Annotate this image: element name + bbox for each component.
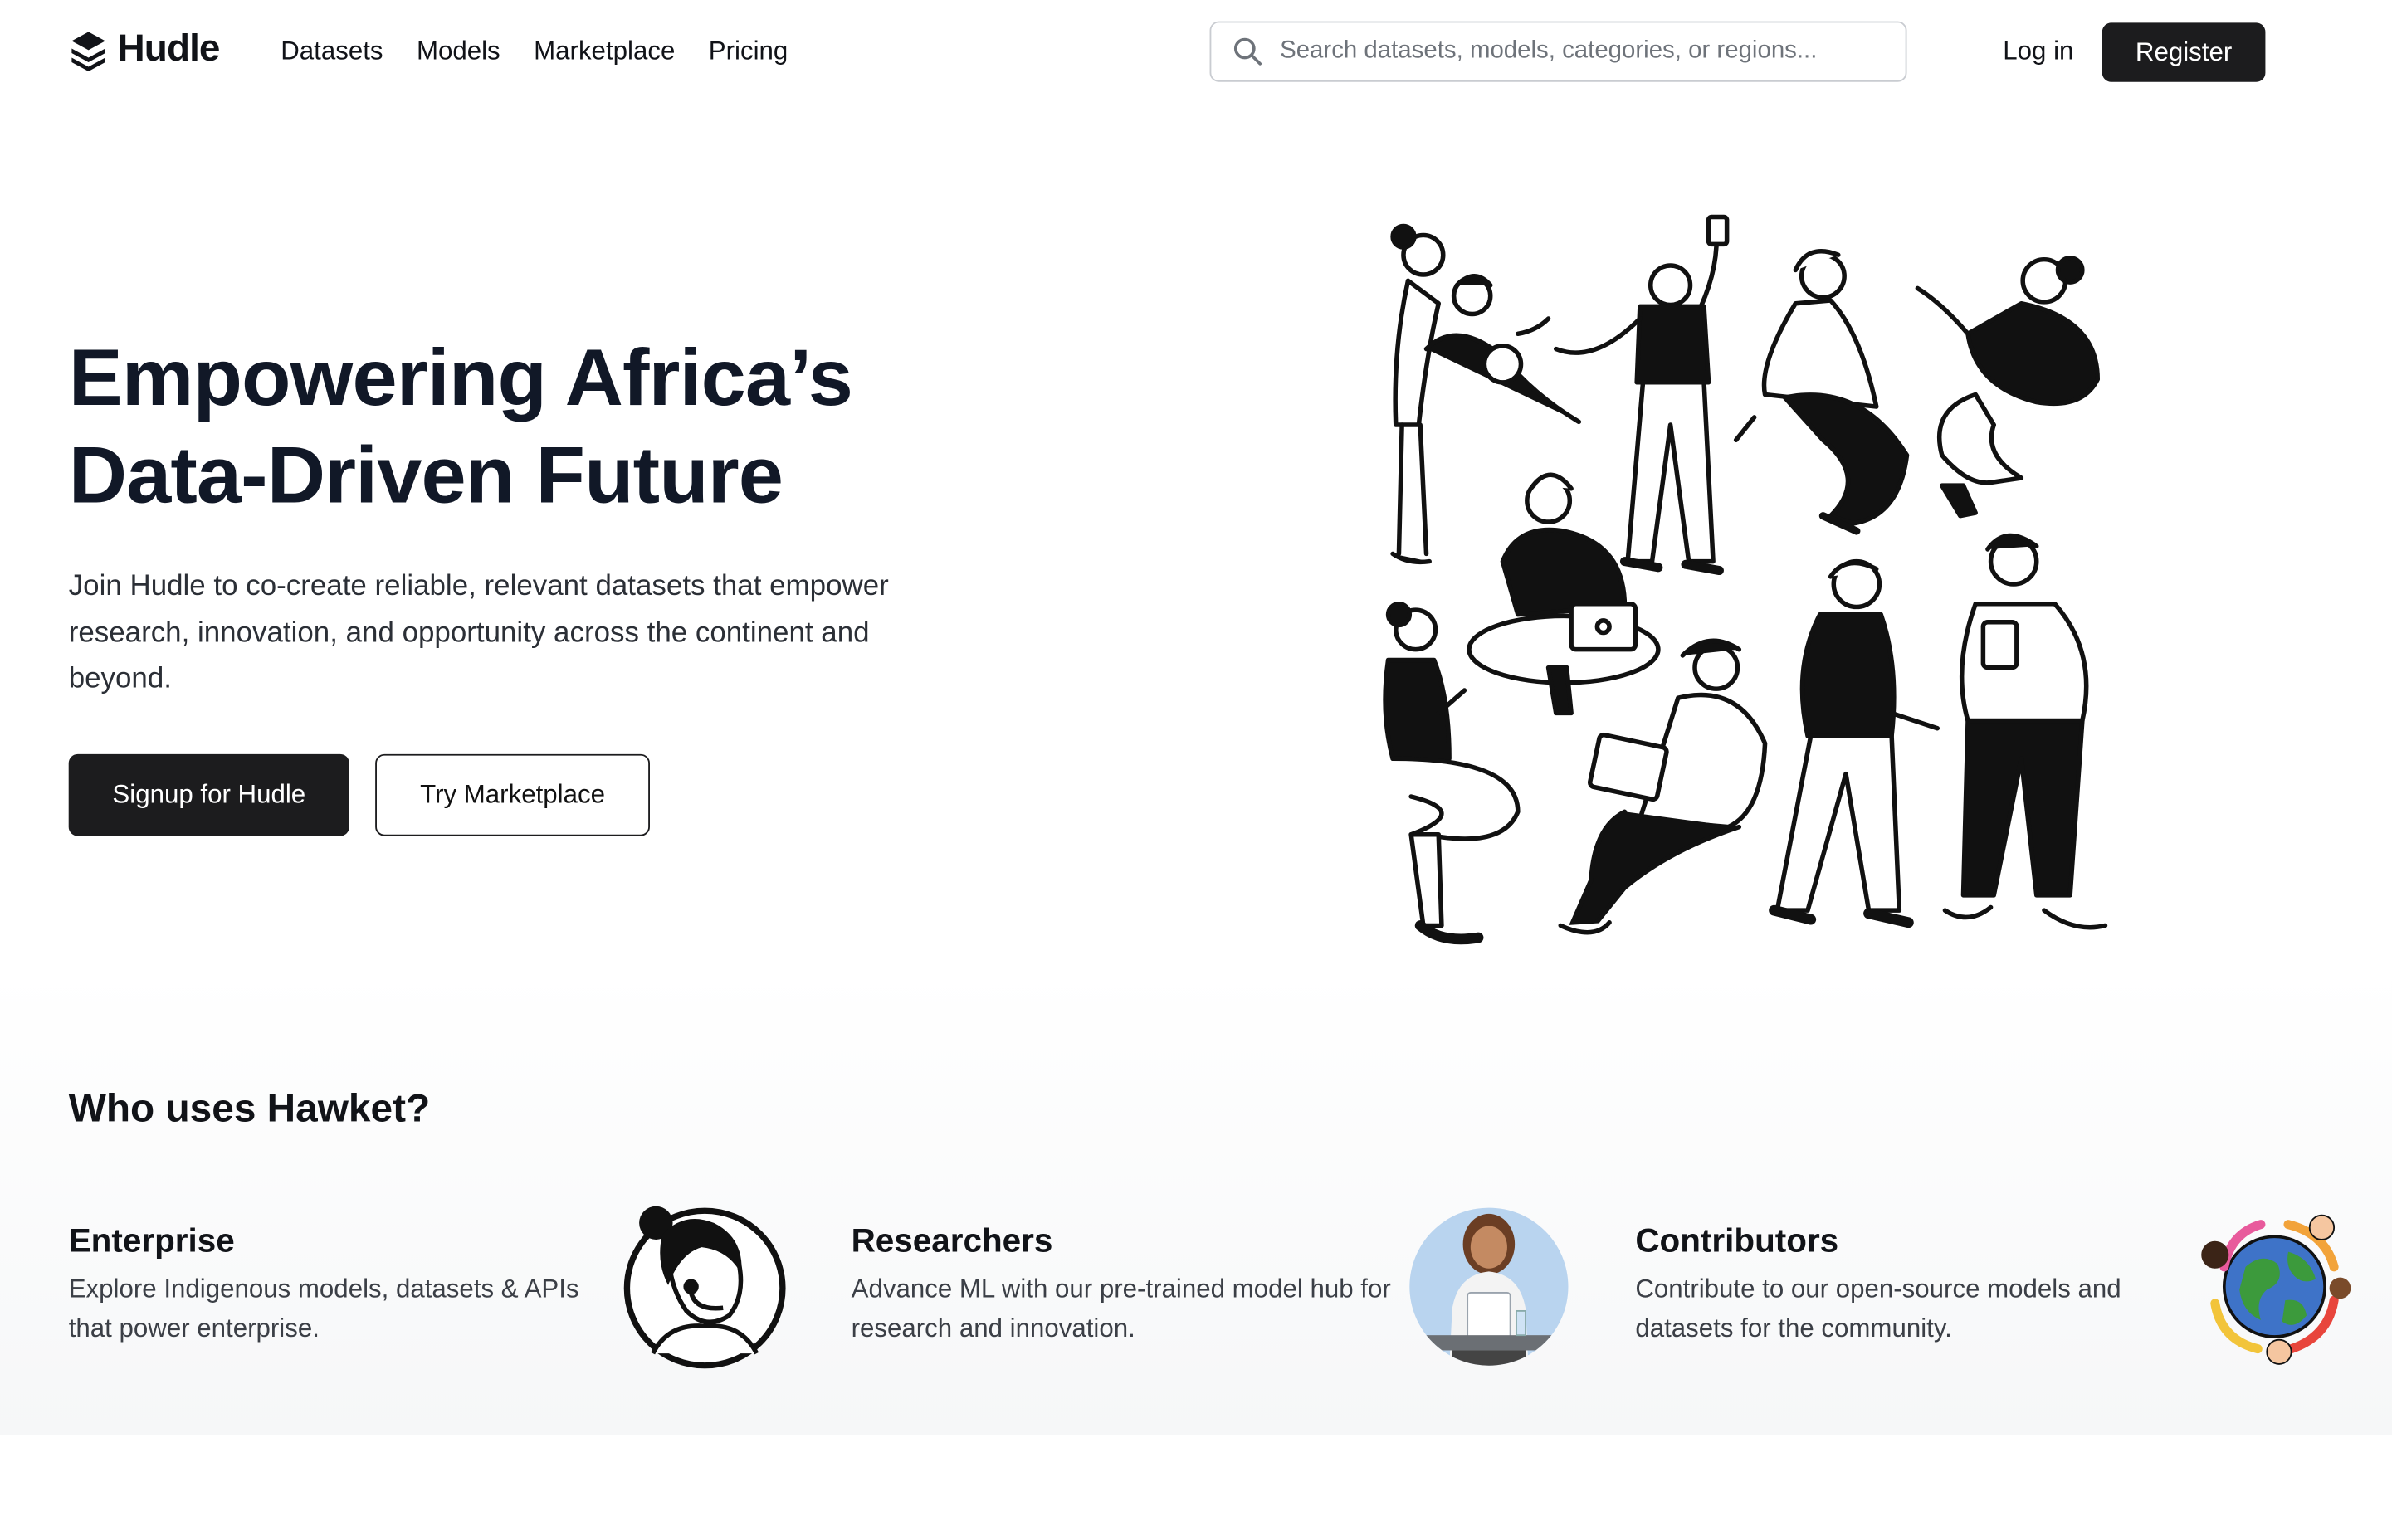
try-marketplace-button[interactable]: Try Marketplace [375,753,650,836]
hero-title: Empowering Africa’s Data-Driven Future [69,331,984,525]
hero-title-line-2: Data-Driven Future [68,431,784,521]
top-navbar: Hudle Datasets Models Marketplace Pricin… [0,0,2392,106]
people-collaboration-illustration [1383,214,2108,945]
card-description: Advance ML with our pre-trained model hu… [851,1274,1391,1343]
who-uses-title: Who uses Hawket? [68,1084,431,1131]
card-description: Explore Indigenous models, datasets & AP… [68,1274,579,1343]
hero-subtitle: Join Hudle to co-create reliable, releva… [68,570,889,695]
hero-title-line-1: Empowering Africa’s [68,334,853,424]
researchers-card[interactable]: Researchers Advance ML with our pre-trai… [852,1221,1401,1349]
nav-link-marketplace[interactable]: Marketplace [534,37,675,67]
enterprise-card[interactable]: Enterprise Explore Indigenous models, da… [69,1221,618,1349]
nav-link-datasets[interactable]: Datasets [281,37,383,67]
register-button[interactable]: Register [2102,22,2266,82]
brand-name: Hudle [117,27,221,71]
globe-community-icon [2201,1214,2351,1365]
brand-logo[interactable]: Hudle [69,27,221,71]
search-icon [1233,37,1262,66]
stack-logo-icon [71,31,105,71]
who-uses-section: Who uses Hawket? Enterprise Explore Indi… [0,971,2392,1435]
search-input[interactable] [1277,36,1878,67]
signup-button[interactable]: Signup for Hudle [68,753,349,836]
nav-link-pricing[interactable]: Pricing [709,37,788,67]
headset-agent-icon [623,1206,786,1369]
login-link[interactable]: Log in [2003,37,2073,67]
card-title: Enterprise [68,1221,235,1260]
nav-link-models[interactable]: Models [417,37,500,67]
card-title: Researchers [851,1221,1053,1260]
contributors-card[interactable]: Contributors Contribute to our open-sour… [1635,1221,2185,1349]
researcher-avatar [1409,1207,1569,1366]
main-nav: Datasets Models Marketplace Pricing [281,37,788,67]
card-title: Contributors [1635,1221,1839,1260]
search-box [1209,21,1907,82]
card-description: Contribute to our open-source models and… [1635,1274,2121,1343]
